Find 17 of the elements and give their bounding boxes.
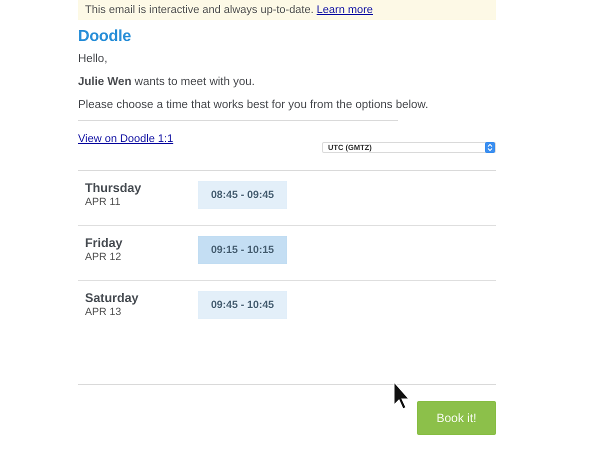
time-slot[interactable]: 08:45 - 09:45: [198, 181, 287, 209]
day-name: Thursday: [85, 181, 142, 195]
time-slot[interactable]: 09:15 - 10:15: [198, 236, 287, 264]
day-date: APR 12: [85, 251, 122, 263]
learn-more-link[interactable]: Learn more: [316, 4, 373, 16]
view-on-doodle-link[interactable]: View on Doodle 1:1: [78, 133, 174, 145]
day-date: APR 11: [85, 196, 122, 208]
instruction-text: Please choose a time that works best for you from the options below.: [78, 99, 430, 111]
banner-text: This email is interactive and always up-to-date.: [85, 4, 314, 16]
greeting-text: Hello,: [78, 53, 108, 65]
invite-text: Julie Wen wants to meet with you.: [78, 76, 256, 88]
day-name: Friday: [85, 236, 124, 250]
day-name: Saturday: [85, 291, 140, 305]
stepper-icon: [485, 142, 495, 153]
time-slot[interactable]: 09:45 - 10:45: [198, 291, 287, 319]
logo: Doodle: [78, 28, 132, 46]
day-date: APR 13: [85, 306, 122, 318]
